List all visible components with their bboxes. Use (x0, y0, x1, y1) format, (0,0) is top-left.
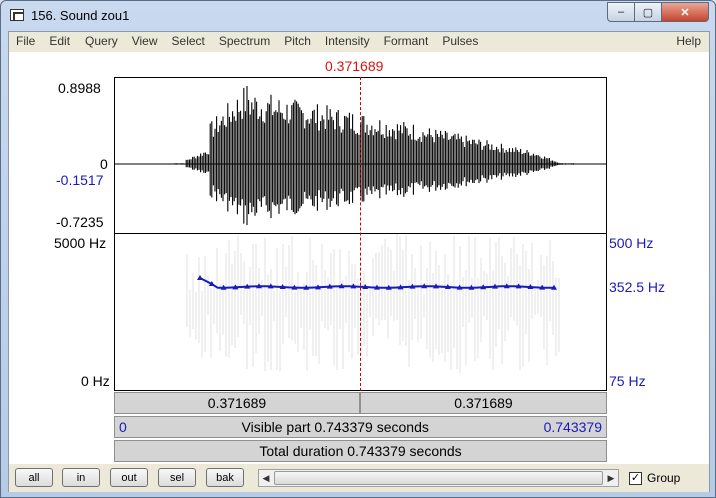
waveform-cursor-value: -0.1517 (56, 172, 104, 188)
visible-part-label: Visible part 0.743379 seconds (241, 419, 429, 435)
zoom-in-button[interactable]: in (62, 468, 100, 487)
total-duration-label: Total duration 0.743379 seconds (259, 443, 462, 459)
pitch-max-label: 500 Hz (609, 235, 654, 251)
menu-pitch[interactable]: Pitch (284, 32, 311, 51)
menu-help[interactable]: Help (676, 34, 701, 48)
menu-formant[interactable]: Formant (384, 32, 429, 51)
spectrogram-min-label: 0 Hz (81, 373, 110, 389)
spectrogram-max-label: 5000 Hz (54, 235, 107, 251)
scroll-right-arrow-icon[interactable]: ▶ (604, 470, 618, 486)
maximize-button[interactable]: ▢ (634, 2, 662, 22)
pitch-min-label: 75 Hz (609, 373, 646, 389)
menu-select[interactable]: Select (172, 32, 205, 51)
zoom-selection-button[interactable]: sel (158, 468, 196, 487)
total-duration-bar[interactable]: Total duration 0.743379 seconds (114, 440, 607, 462)
time-right-bar[interactable]: 0.371689 (360, 392, 607, 414)
scroll-left-arrow-icon[interactable]: ◀ (259, 470, 273, 486)
waveform-signal (174, 86, 574, 225)
minimize-button[interactable]: – (607, 2, 635, 22)
menu-bar: File Edit Query View Select Spectrum Pit… (9, 32, 709, 51)
window-title: 156. Sound zou1 (31, 8, 130, 23)
group-checkbox[interactable]: ✓ (629, 472, 642, 485)
zoom-all-button[interactable]: all (15, 468, 53, 487)
waveform-min-label: -0.7235 (56, 214, 104, 230)
menu-intensity[interactable]: Intensity (325, 32, 370, 51)
scroll-thumb[interactable] (274, 471, 603, 485)
close-button[interactable]: ✕ (661, 2, 709, 22)
menu-spectrum[interactable]: Spectrum (219, 32, 270, 51)
time-right-label: 0.371689 (454, 395, 513, 411)
bottom-toolbar: all in out sel bak ◀ ▶ ✓ Group (9, 464, 709, 492)
zoom-out-button[interactable]: out (110, 468, 148, 487)
window-icon (10, 9, 24, 21)
visible-start-label: 0 (119, 419, 127, 435)
pitch-cursor-value: 352.5 Hz (609, 279, 666, 295)
plot-area[interactable]: 0.371689 0.8988 0 -0.1517 -0.7235 5000 H… (9, 52, 709, 464)
client-area: File Edit Query View Select Spectrum Pit… (8, 31, 710, 492)
waveform-max-label: 0.8988 (58, 80, 101, 96)
menu-file[interactable]: File (16, 32, 35, 51)
waveform-zero-label: 0 (100, 156, 108, 172)
visible-part-bar[interactable]: 0 Visible part 0.743379 seconds 0.743379 (114, 416, 607, 438)
group-label: Group (647, 471, 681, 485)
menu-view[interactable]: View (132, 32, 158, 51)
menu-pulses[interactable]: Pulses (442, 32, 478, 51)
cursor-time-label: 0.371689 (325, 58, 384, 74)
menu-edit[interactable]: Edit (49, 32, 70, 51)
time-left-label: 0.371689 (207, 395, 267, 411)
praat-sound-window: 156. Sound zou1 – ▢ ✕ File Edit Query Vi… (0, 0, 716, 498)
zoom-back-button[interactable]: bak (206, 468, 244, 487)
visible-end-label: 0.743379 (543, 419, 602, 435)
menu-query[interactable]: Query (85, 32, 118, 51)
title-bar[interactable]: 156. Sound zou1 – ▢ ✕ (1, 1, 715, 31)
horizontal-scrollbar[interactable]: ◀ ▶ (258, 469, 619, 487)
time-left-bar[interactable]: 0.371689 (114, 392, 360, 414)
cursor-line (360, 77, 361, 391)
